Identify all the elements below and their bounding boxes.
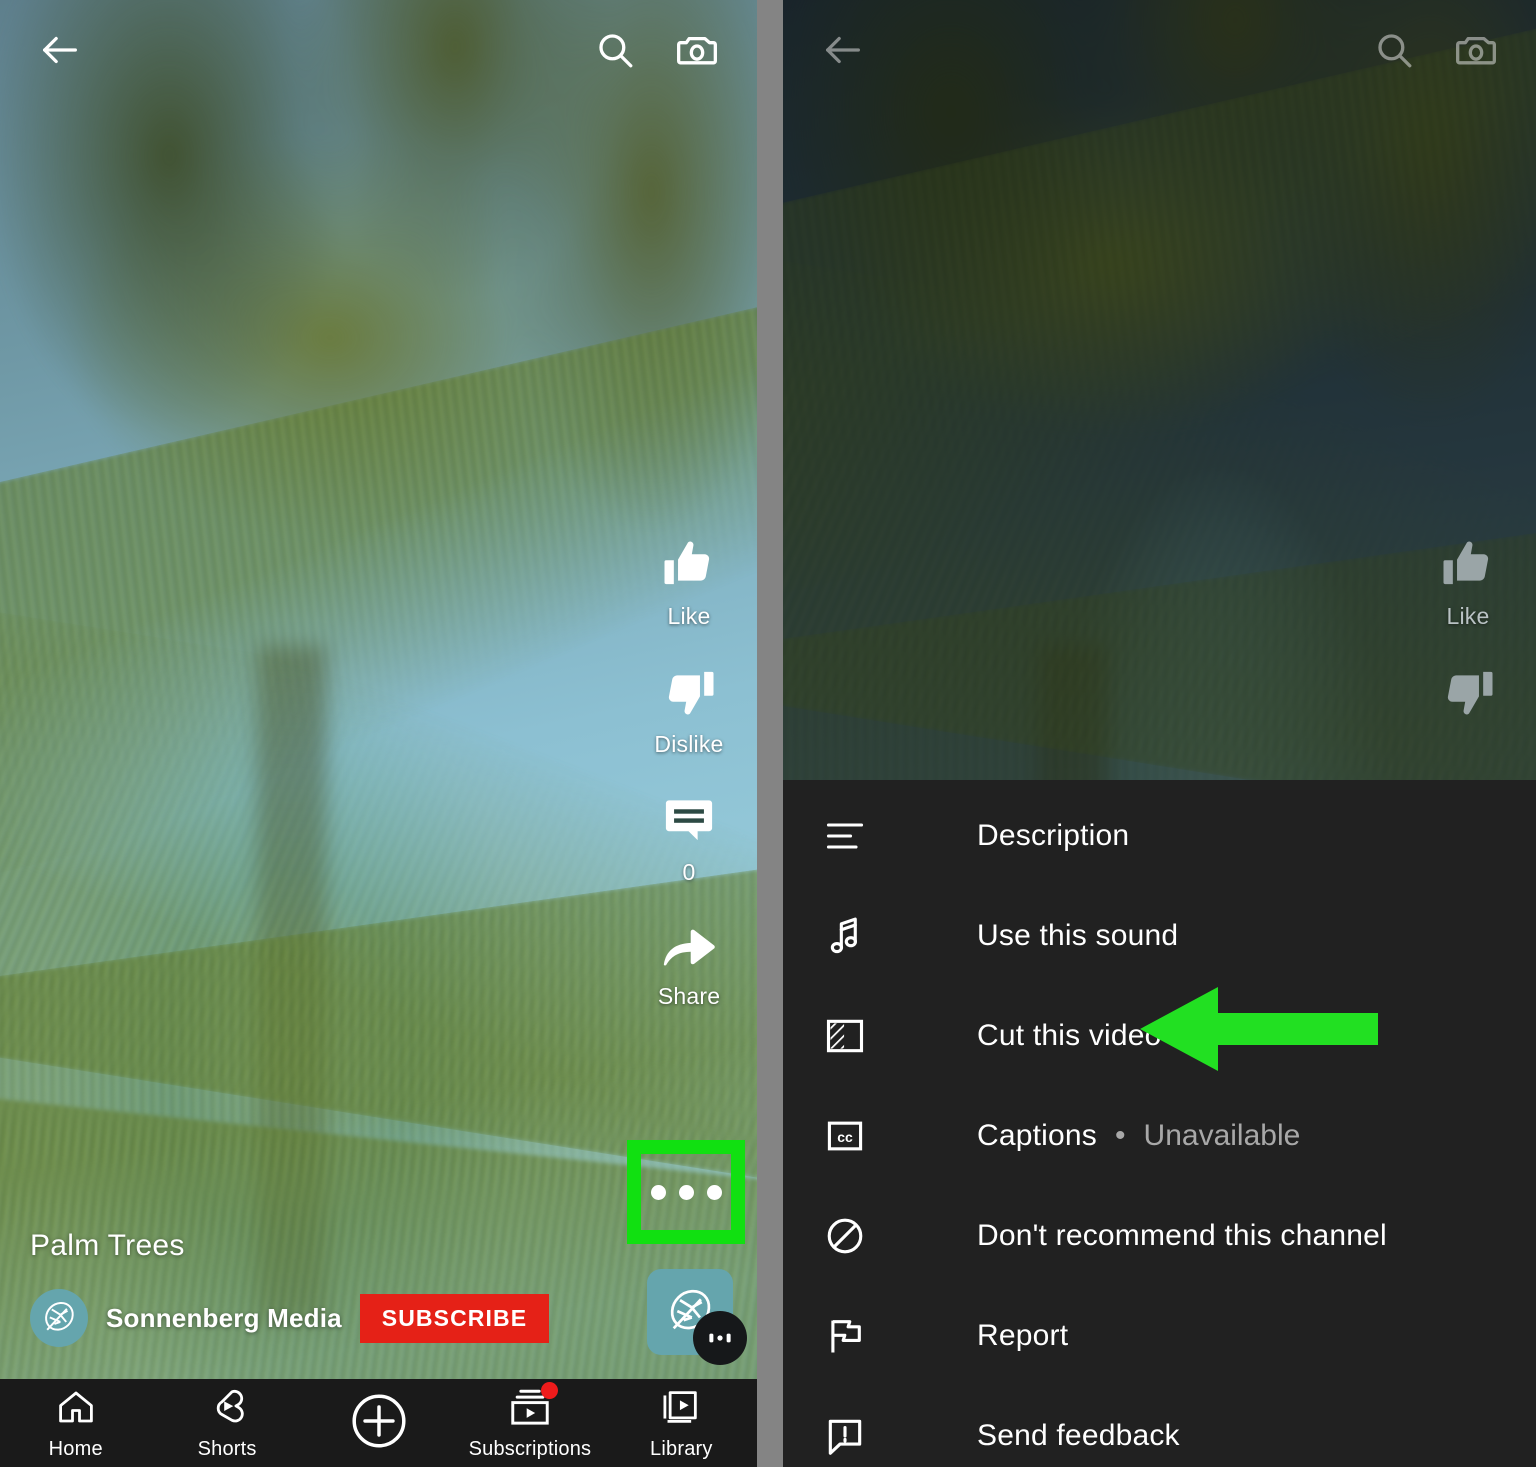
video-meta-left: Palm Trees Sonnenberg Media SUBSCRIBE: [30, 1229, 630, 1347]
comment-icon: [661, 792, 717, 853]
share-icon: [660, 920, 718, 977]
shorts-icon: [206, 1386, 248, 1433]
like-label: Like: [667, 603, 711, 629]
dot: [678, 1184, 694, 1200]
nav-label-library: Library: [650, 1437, 713, 1460]
captions-row-inline: Captions • Unavailable: [977, 1119, 1300, 1153]
sound-thumbnail[interactable]: [647, 1269, 747, 1365]
top-bar-left: [0, 0, 757, 100]
comments-button[interactable]: 0: [661, 792, 717, 886]
search-icon[interactable]: [583, 18, 647, 82]
search-icon[interactable]: [1362, 18, 1426, 82]
menu-label-report: Report: [977, 1319, 1069, 1352]
svg-text:cc: cc: [837, 1129, 853, 1145]
green-pointer-arrow: [1140, 987, 1378, 1071]
left-phone-screen: Like Dislike 0 Share Palm Trees Sonnenbe…: [0, 0, 757, 1467]
nav-item-shorts[interactable]: Shorts: [151, 1386, 302, 1461]
menu-item-description[interactable]: Description: [783, 786, 1536, 886]
channel-row: Sonnenberg Media SUBSCRIBE: [30, 1289, 630, 1347]
action-rail-left: Like Dislike 0 Share: [633, 536, 745, 1044]
subscribe-button[interactable]: SUBSCRIBE: [359, 1293, 550, 1343]
panel-divider: [757, 0, 783, 1467]
back-arrow-icon[interactable]: [811, 18, 875, 82]
menu-label-cut-this-video: Cut this video: [977, 1019, 1162, 1052]
nav-label-home: Home: [48, 1437, 103, 1460]
audio-waveform-icon: [693, 1311, 747, 1365]
thumbs-down-icon: [661, 664, 717, 725]
thumbs-down-icon: [1440, 664, 1496, 725]
create-plus-icon: [348, 1390, 410, 1457]
menu-item-captions[interactable]: cc Captions • Unavailable: [783, 1086, 1536, 1186]
like-label: Like: [1446, 603, 1490, 629]
menu-item-send-feedback[interactable]: Send feedback: [783, 1386, 1536, 1467]
thumbs-up-icon: [1440, 536, 1496, 597]
music-note-icon: [823, 914, 885, 958]
action-rail-right: Like: [1412, 536, 1524, 759]
nav-item-create[interactable]: Create: [303, 1390, 454, 1457]
camera-icon[interactable]: [1444, 18, 1508, 82]
notification-badge: [540, 1381, 558, 1399]
nav-label-shorts: Shorts: [197, 1437, 257, 1460]
dot: [706, 1184, 722, 1200]
subscriptions-icon: [508, 1381, 558, 1433]
flag-icon: [823, 1314, 885, 1358]
camera-icon[interactable]: [665, 18, 729, 82]
feedback-icon: [823, 1414, 885, 1458]
dislike-label: Dislike: [654, 731, 724, 757]
like-button[interactable]: Like: [661, 536, 717, 630]
menu-label-use-this-sound: Use this sound: [977, 919, 1179, 952]
dot: [650, 1184, 666, 1200]
back-arrow-icon[interactable]: [28, 18, 92, 82]
dislike-button[interactable]: Dislike: [654, 664, 723, 758]
bottom-navigation-left: Home Shorts Create: [0, 1379, 757, 1467]
cut-video-icon: [823, 1014, 885, 1058]
description-lines-icon: [823, 814, 885, 858]
menu-label-captions: Captions: [977, 1119, 1098, 1152]
top-bar-right: [783, 0, 1536, 100]
screenshot-root: Like Dislike 0 Share Palm Trees Sonnenbe…: [0, 0, 1536, 1467]
more-horizontal-icon: [650, 1184, 722, 1200]
share-button[interactable]: Share: [658, 920, 720, 1010]
menu-separator-dot: •: [1115, 1119, 1126, 1152]
more-options-highlight-wrapper: [627, 1140, 745, 1244]
video-title: Palm Trees: [30, 1229, 185, 1262]
menu-item-report[interactable]: Report: [783, 1286, 1536, 1386]
menu-label-send-feedback: Send feedback: [977, 1419, 1180, 1452]
library-icon: [660, 1386, 702, 1433]
right-phone-screen: Like Description Use this sound Cut this…: [783, 0, 1536, 1467]
avatar[interactable]: [30, 1289, 88, 1347]
closed-captions-icon: cc: [823, 1114, 885, 1158]
menu-label-dont-recommend-channel: Don't recommend this channel: [977, 1219, 1387, 1252]
nav-item-library[interactable]: Library: [606, 1386, 757, 1461]
menu-label-description: Description: [977, 819, 1130, 852]
nav-item-subscriptions[interactable]: Subscriptions: [454, 1381, 605, 1461]
share-label: Share: [657, 983, 721, 1009]
nav-item-home[interactable]: Home: [0, 1386, 151, 1461]
home-icon: [55, 1386, 97, 1433]
comment-count: 0: [682, 859, 696, 885]
nav-label-subscriptions: Subscriptions: [468, 1437, 592, 1460]
thumbs-up-icon: [661, 536, 717, 597]
dislike-button[interactable]: [1440, 664, 1496, 725]
menu-sublabel-captions: Unavailable: [1143, 1119, 1301, 1152]
channel-name[interactable]: Sonnenberg Media: [106, 1303, 342, 1334]
menu-item-dont-recommend-channel[interactable]: Don't recommend this channel: [783, 1186, 1536, 1286]
options-menu-sheet: Description Use this sound Cut this vide…: [783, 780, 1536, 1467]
block-circle-icon: [823, 1214, 885, 1258]
like-button[interactable]: Like: [1440, 536, 1496, 630]
menu-item-use-this-sound[interactable]: Use this sound: [783, 886, 1536, 986]
more-options-button[interactable]: [627, 1140, 745, 1244]
